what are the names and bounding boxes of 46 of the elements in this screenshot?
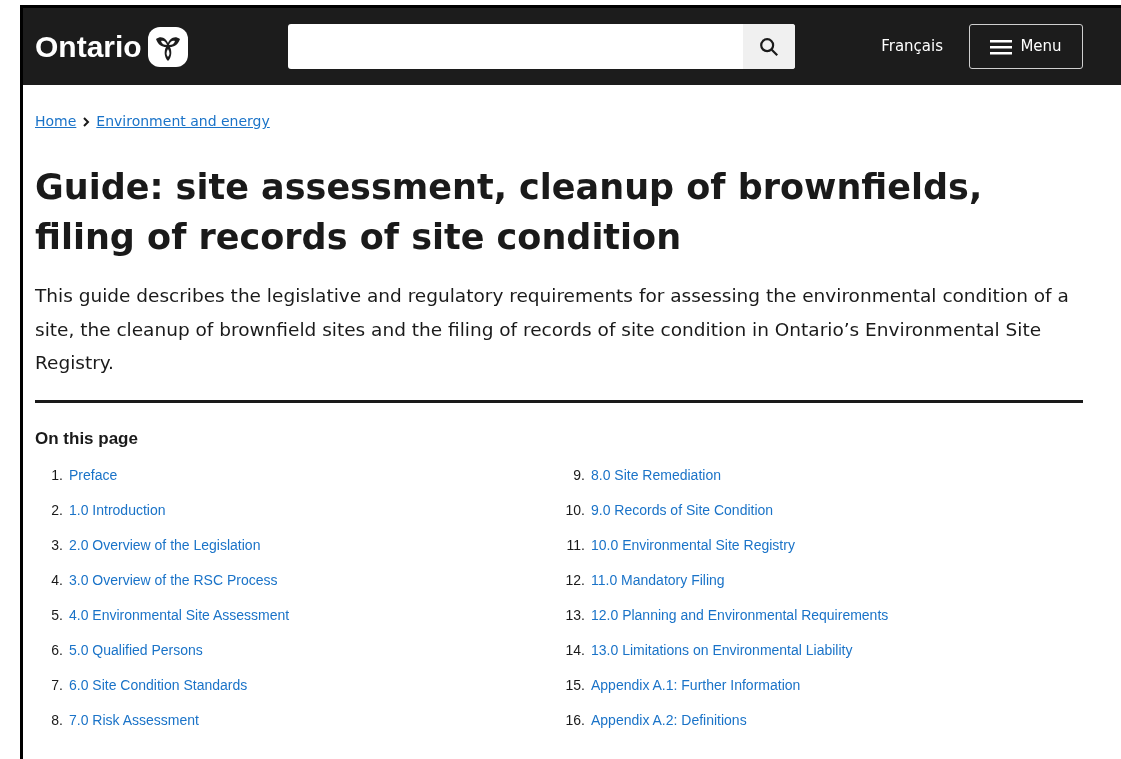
search-button[interactable]: [742, 24, 795, 69]
ontario-logo[interactable]: Ontario: [35, 24, 188, 69]
trillium-icon: [147, 26, 188, 67]
item-number: 9.: [572, 466, 585, 485]
language-link[interactable]: Français: [881, 35, 943, 58]
page-title: Guide: site assessment, cleanup of brownfields, filing of records of site condition: [35, 166, 984, 259]
item-number: 2.: [50, 501, 63, 520]
search-field[interactable]: [287, 24, 795, 69]
item-number: 8.: [50, 711, 63, 730]
contents-link[interactable]: 1.0 Introduction: [69, 500, 166, 521]
contents-link[interactable]: 6.0 Site Condition Standards: [69, 675, 248, 696]
item-number: 15.: [564, 676, 585, 695]
contents-link[interactable]: Appendix A.1: Further Information: [591, 675, 801, 696]
item-number: 13.: [564, 606, 585, 625]
item-number: 16.: [564, 711, 585, 730]
item-number: 3.: [50, 536, 63, 555]
contents-link[interactable]: Appendix A.2: Definitions: [591, 710, 747, 731]
contents-link[interactable]: Preface: [69, 465, 118, 486]
contents-link[interactable]: 5.0 Qualified Persons: [69, 640, 203, 661]
contents-link[interactable]: 2.0 Overview of the Legislation: [69, 535, 261, 556]
contents-link[interactable]: 10.0 Environmental Site Registry: [591, 535, 795, 556]
intro-paragraph: This guide describes the legislative and regulatory requirements for assessing the environmental condition of a site, the cleanup of brownfield sites and the filing of records of site condition in Ontario’s Environmental Site Registry.: [35, 284, 1070, 375]
contents-link[interactable]: 13.0 Limitations on Environmental Liability: [591, 640, 853, 661]
breadcrumb-link[interactable]: Home: [35, 111, 77, 132]
menu-icon: [990, 38, 1013, 55]
item-number: 12.: [564, 571, 585, 590]
item-number: 5.: [50, 606, 63, 625]
item-number: 1.: [50, 466, 63, 485]
contents-link[interactable]: 4.0 Environmental Site Assessment: [69, 605, 290, 626]
item-number: 10.: [564, 501, 585, 520]
contents-link[interactable]: 7.0 Risk Assessment: [69, 710, 199, 731]
contents-link[interactable]: 11.0 Mandatory Filing: [591, 570, 725, 591]
contents-link[interactable]: 12.0 Planning and Environmental Requirements: [591, 605, 889, 626]
item-number: 6.: [50, 641, 63, 660]
item-number: 14.: [564, 641, 585, 660]
contents-link[interactable]: 8.0 Site Remediation: [591, 465, 721, 486]
contents-link[interactable]: 3.0 Overview of the RSC Process: [69, 570, 278, 591]
item-number: 7.: [50, 676, 63, 695]
breadcrumb-link[interactable]: Environment and energy: [96, 111, 270, 132]
menu-button[interactable]: Menu: [969, 24, 1083, 69]
section-heading: On this page: [35, 427, 139, 450]
item-number: 4.: [50, 571, 63, 590]
item-number: 11.: [565, 536, 585, 555]
chevron-right-icon: [82, 116, 91, 127]
search-icon: [757, 35, 780, 58]
contents-link[interactable]: 9.0 Records of Site Condition: [591, 500, 774, 521]
